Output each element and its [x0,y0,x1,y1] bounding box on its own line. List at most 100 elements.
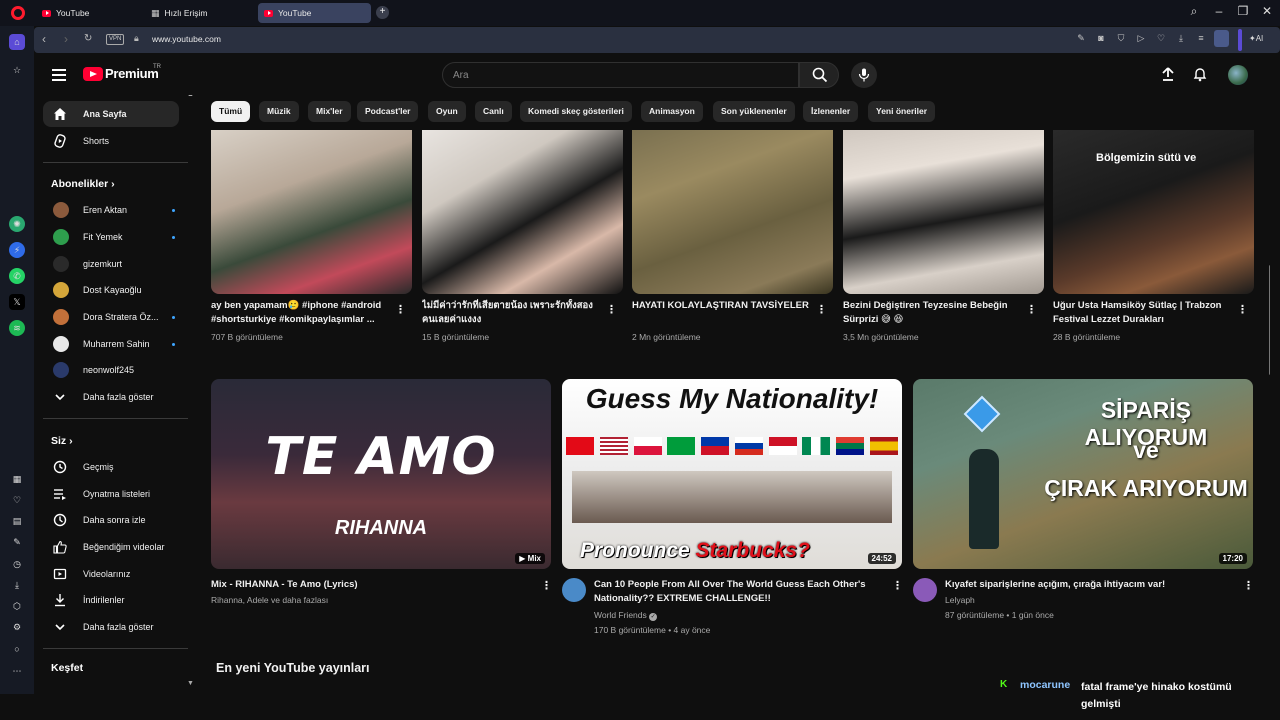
short-title[interactable]: ไม่มีค่าว่ารักที่เสียตายน้อง เพราะรักทั้… [422,299,602,327]
video-title[interactable]: Kıyafet siparişlerine açığım, çırağa iht… [945,578,1230,592]
short-title[interactable]: Bezini Değiştiren Teyzesine Bebeğin Sürp… [843,299,1023,327]
new-tab-button[interactable]: + [376,6,389,19]
spotify-icon[interactable]: ≋ [9,320,25,336]
video-channel[interactable]: Lelyaph [945,595,975,605]
menu-icon[interactable] [52,69,66,81]
url-field[interactable]: www.youtube.com [152,34,221,44]
short-thumbnail[interactable] [422,130,623,294]
video-thumbnail[interactable]: TE AMO RIHANNA ▶ Mix [211,379,551,569]
channel-avatar[interactable] [562,578,586,602]
heart-icon[interactable]: ♡ [1155,33,1167,44]
tab-search-icon[interactable]: ⌕ [1184,4,1204,19]
search-input[interactable]: Ara [442,62,799,88]
vpn-badge[interactable]: VPN [106,34,125,45]
ai-button[interactable]: ✦AI [1249,34,1263,43]
guide-item-your-videos[interactable]: Videolarınız [43,561,179,587]
guide-scroll-down-icon[interactable]: ▼ [187,680,194,687]
chip[interactable]: Yeni öneriler [868,101,936,122]
chip[interactable]: Tümü [211,101,251,122]
more-options-icon[interactable]: ⋮ [892,579,903,592]
download-icon[interactable]: ⤓ [1175,33,1187,44]
guide-item-you-more[interactable]: Daha fazla göster [43,614,179,640]
chip[interactable]: Animasyon [641,101,703,122]
opera-logo-icon[interactable] [11,6,25,20]
youtube-logo-icon[interactable] [83,67,103,81]
chip[interactable]: Komedi skeç gösterileri [520,101,632,122]
more-options-icon[interactable]: ⋮ [395,303,406,316]
guide-scroll-up-icon[interactable]: ▲ [187,95,194,98]
guide-sub-item[interactable]: Fit Yemek [43,224,179,250]
chip[interactable]: Oyun [428,101,466,122]
page-scrollbar[interactable] [1269,265,1270,375]
more-options-icon[interactable]: ⋮ [541,579,552,592]
forward-icon[interactable]: › [64,32,68,46]
messenger-icon[interactable]: ⚡︎ [9,242,25,258]
home-icon[interactable]: ⌂ [9,34,25,50]
guide-item-downloads[interactable]: İndirilenler [43,587,179,613]
bulb-icon[interactable]: ○ [9,641,25,657]
x-icon[interactable]: 𝕏 [9,294,25,310]
guide-sub-item[interactable]: Dost Kayaoğlu [43,277,179,303]
apps-icon[interactable]: ▦ [9,471,25,487]
tab-speed-dial[interactable]: ▦ Hızlı Erişim [145,3,253,23]
more-options-icon[interactable]: ⋮ [816,303,827,316]
back-icon[interactable]: ‹ [42,32,46,46]
edit-icon[interactable]: ✎ [1075,33,1087,44]
menu-icon[interactable]: ≡ [1195,33,1207,43]
heart-icon[interactable]: ♡ [9,492,25,508]
chip[interactable]: Son yüklenenler [713,101,795,122]
guide-item-home[interactable]: Ana Sayfa [43,101,179,127]
chip[interactable]: Podcast'ler [357,101,419,122]
shield-icon[interactable]: ⛉ [1115,33,1127,44]
guide-item-shorts[interactable]: Shorts [43,128,179,154]
tab-youtube-1[interactable]: YouTube [36,3,144,23]
you-heading[interactable]: Siz › [51,435,73,447]
reload-icon[interactable]: ↻ [84,33,92,44]
guide-sub-item[interactable]: Dora Stratera Öz... [43,304,179,330]
guide-sub-item[interactable]: Muharrem Sahin [43,331,179,357]
voice-search-button[interactable] [851,62,877,88]
profile-icon[interactable] [1214,30,1229,47]
lock-icon[interactable]: 🔒︎ [134,33,139,44]
short-title[interactable]: HAYATI KOLAYLAŞTIRAN TAVSİYELER [632,299,812,327]
chip[interactable]: İzlenenler [803,101,859,122]
chip[interactable]: Müzik [259,101,299,122]
settings-icon[interactable]: ⚙ [9,619,25,635]
cube-icon[interactable]: ⬡ [9,598,25,614]
camera-icon[interactable]: ◙ [1095,33,1107,43]
short-thumbnail[interactable] [632,130,833,294]
chip[interactable]: Mix'ler [308,101,351,122]
video-title[interactable]: Can 10 People From All Over The World Gu… [594,578,879,606]
notifications-icon[interactable] [1192,66,1208,82]
short-title[interactable]: ay ben yapamam🥲 #iphone #android #shorts… [211,299,391,327]
more-options-icon[interactable]: ⋮ [1243,579,1254,592]
minimize-button[interactable]: – [1209,4,1229,18]
channel-avatar[interactable] [913,578,937,602]
close-button[interactable]: ✕ [1257,4,1277,18]
guide-item-liked[interactable]: Beğendiğim videolar [43,534,179,560]
short-title[interactable]: Uğur Usta Hamsiköy Sütlaç | Trabzon Fest… [1053,299,1233,327]
short-thumbnail[interactable]: Bölgemizin sütü ve [1053,130,1254,294]
more-options-icon[interactable]: ⋮ [1237,303,1248,316]
video-thumbnail[interactable]: Guess My Nationality! Pronounce Starbuck… [562,379,902,569]
guide-item-subs-more[interactable]: Daha fazla göster [43,384,179,410]
more-options-icon[interactable]: ⋮ [1026,303,1037,316]
restore-button[interactable]: ❐ [1233,4,1253,18]
subscriptions-heading[interactable]: Abonelikler › [51,178,115,190]
whatsapp-icon[interactable]: ✆ [9,268,25,284]
upload-icon[interactable] [1160,66,1176,82]
tab-youtube-active[interactable]: YouTube [258,3,371,23]
guide-item-watch-later[interactable]: Daha sonra izle [43,507,179,533]
more-options-icon[interactable]: ⋮ [606,303,617,316]
video-channel[interactable]: Rihanna, Adele ve daha fazlası [211,595,328,605]
star-icon[interactable]: ☆ [9,62,25,78]
play-icon[interactable]: ▷ [1135,33,1147,44]
guide-sub-item[interactable]: neonwolf245 [43,357,179,383]
edit-icon[interactable]: ✎ [9,534,25,550]
video-channel[interactable]: World Friends ✓ [594,610,658,621]
news-icon[interactable]: ▤ [9,513,25,529]
short-thumbnail[interactable] [211,130,412,294]
more-icon[interactable]: ⋯ [9,663,25,679]
download-icon[interactable]: ⤓ [9,577,25,593]
guide-item-playlists[interactable]: Oynatma listeleri [43,481,179,507]
